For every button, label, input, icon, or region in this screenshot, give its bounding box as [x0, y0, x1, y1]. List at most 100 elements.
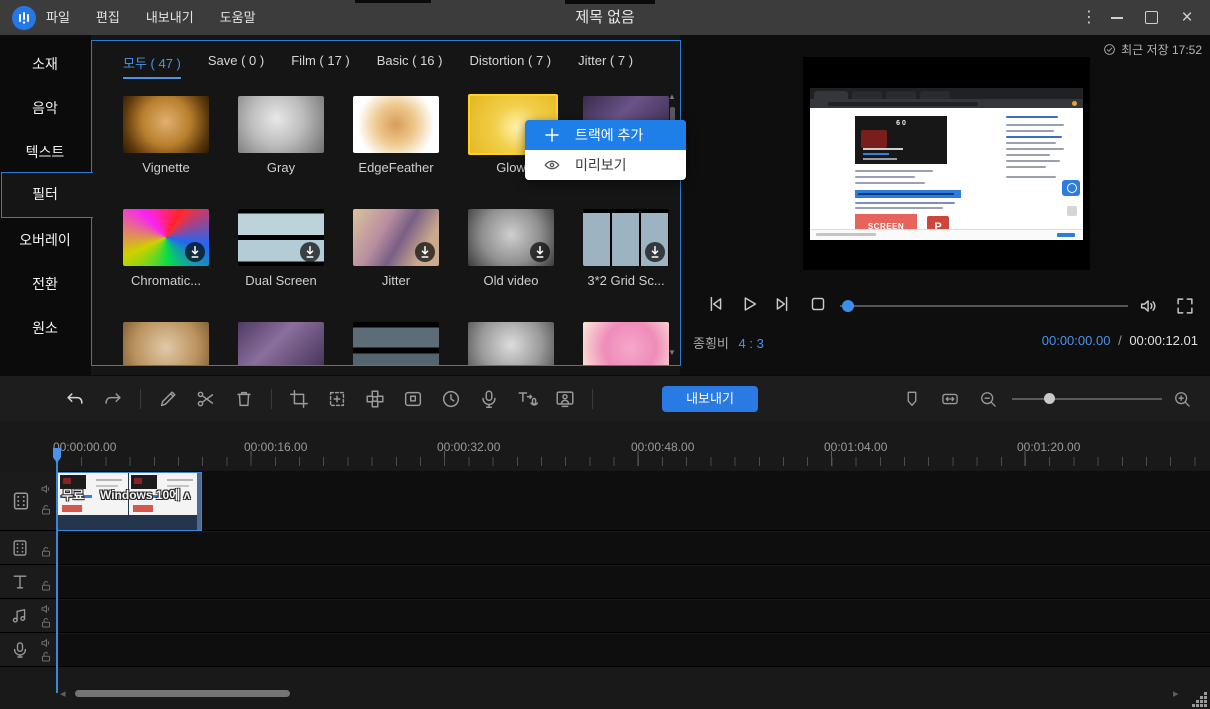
minimize-button[interactable] [1102, 0, 1132, 19]
download-icon[interactable] [645, 242, 665, 262]
voiceover-track-lane[interactable] [57, 634, 1210, 667]
seek-slider-track[interactable] [840, 305, 1128, 307]
panel-scroll-up-icon[interactable]: ▲ [668, 93, 676, 101]
tab-basic[interactable]: Basic ( 16 ) [377, 53, 443, 79]
download-icon[interactable] [300, 242, 320, 262]
filter-thumb-dualscreen[interactable] [238, 209, 324, 266]
tab-film[interactable]: Film ( 17 ) [291, 53, 350, 79]
marker-icon[interactable] [902, 389, 922, 409]
panel-scroll-down-icon[interactable]: ▼ [668, 349, 676, 357]
track-lock-icon[interactable] [40, 617, 52, 629]
tab-all[interactable]: 모두 ( 47 ) [123, 53, 181, 79]
track-mute-icon[interactable] [40, 483, 52, 495]
hscroll-thumb[interactable] [75, 690, 290, 697]
export-button[interactable]: 내보내기 [662, 386, 758, 412]
play-button[interactable] [738, 293, 760, 315]
text-track-lane[interactable] [57, 566, 1210, 599]
track-mute-icon[interactable] [40, 603, 52, 615]
filter-thumb-gray[interactable] [238, 96, 324, 153]
mosaic-icon[interactable] [364, 388, 386, 410]
filter-thumb[interactable] [123, 322, 209, 366]
tab-save[interactable]: Save ( 0 ) [208, 53, 264, 79]
delete-trash-icon[interactable] [233, 388, 255, 410]
window-resize-grip[interactable] [1192, 692, 1207, 707]
download-icon[interactable] [185, 242, 205, 262]
sidebar-item-media[interactable]: 소재 [0, 52, 90, 76]
download-icon[interactable] [530, 242, 550, 262]
zoom-region-icon[interactable] [326, 388, 348, 410]
text-to-speech-icon[interactable] [516, 388, 538, 410]
music-track [0, 600, 1210, 632]
timeline-clip[interactable]: 무료 Windows 10에 ʌ [57, 472, 202, 531]
aspect-ratio-value[interactable]: 4 : 3 [739, 336, 764, 351]
filter-thumb-oldvideo[interactable] [468, 209, 554, 266]
sidebar-item-filter[interactable]: 필터 [0, 182, 90, 206]
context-add-to-track[interactable]: 트랙에 추가 [525, 120, 686, 150]
filter-thumb[interactable] [238, 322, 324, 366]
volume-icon[interactable] [1138, 295, 1160, 317]
next-frame-button[interactable] [771, 293, 793, 315]
stop-button[interactable] [807, 293, 829, 315]
sidebar-item-element[interactable]: 원소 [0, 316, 90, 340]
filter-thumb-chromatic[interactable] [123, 209, 209, 266]
zoom-in-icon[interactable] [1172, 389, 1192, 409]
redo-icon[interactable] [102, 388, 124, 410]
ruler-minor-ticks[interactable] [57, 457, 1210, 466]
freeze-frame-icon[interactable] [402, 388, 424, 410]
maximize-button[interactable] [1136, 0, 1166, 24]
filter-thumb-jitter[interactable] [353, 209, 439, 266]
close-button[interactable]: × [1172, 0, 1202, 35]
filter-thumb[interactable] [583, 322, 669, 366]
filter-thumb-edgefeather[interactable] [353, 96, 439, 153]
video-track-lane[interactable] [57, 532, 1210, 565]
kebab-menu-icon[interactable]: ⋮ [1074, 0, 1104, 35]
duration-clock-icon[interactable] [440, 388, 462, 410]
undo-icon[interactable] [64, 388, 86, 410]
timeline-zoom-slider-track[interactable] [1012, 398, 1162, 400]
portrait-matting-icon[interactable] [554, 388, 576, 410]
track-lock-icon[interactable] [40, 580, 52, 592]
edit-pencil-icon[interactable] [157, 388, 179, 410]
clip-trim-handle[interactable] [197, 473, 201, 530]
filter-thumb[interactable] [353, 322, 439, 366]
toolbar-divider [592, 389, 593, 409]
sidebar-item-overlay[interactable]: 오버레이 [0, 228, 90, 252]
download-icon[interactable] [415, 242, 435, 262]
voiceover-track-header[interactable] [0, 634, 57, 667]
filter-thumb[interactable] [468, 322, 554, 366]
text-track-header[interactable] [0, 566, 57, 599]
music-track-icon [10, 606, 30, 626]
filter-thumb-grid[interactable] [583, 209, 669, 266]
tab-distortion[interactable]: Distortion ( 7 ) [469, 53, 551, 79]
voiceover-mic-icon[interactable] [478, 388, 500, 410]
filter-thumb-vignette[interactable] [123, 96, 209, 153]
track-mute-icon[interactable] [40, 637, 52, 649]
sidebar-item-text[interactable]: 텍스트 [0, 140, 90, 164]
crop-icon[interactable] [288, 388, 310, 410]
track-lock-icon[interactable] [40, 504, 52, 516]
video-track-header[interactable] [0, 471, 57, 531]
previous-frame-button[interactable] [705, 293, 727, 315]
track-lock-icon[interactable] [40, 651, 52, 663]
fit-timeline-icon[interactable] [940, 389, 960, 409]
fullscreen-icon[interactable] [1174, 295, 1196, 317]
hscroll-right-icon[interactable]: ▸ [1173, 687, 1179, 700]
tab-jitter[interactable]: Jitter ( 7 ) [578, 53, 633, 79]
zoom-out-icon[interactable] [978, 389, 998, 409]
timeline-zoom-slider-handle[interactable] [1044, 393, 1055, 404]
video-track-lane[interactable] [57, 471, 1210, 531]
sidebar-item-transition[interactable]: 전환 [0, 272, 90, 296]
playhead-line[interactable] [56, 448, 58, 693]
video-track-header[interactable] [0, 532, 57, 565]
music-track-lane[interactable] [57, 600, 1210, 633]
filter-name: Dual Screen [238, 273, 324, 288]
music-track-header[interactable] [0, 600, 57, 633]
split-scissors-icon[interactable] [195, 388, 217, 410]
context-preview[interactable]: 미리보기 [525, 150, 686, 180]
sidebar-item-music[interactable]: 음악 [0, 96, 90, 120]
current-time: 00:00:00.00 [1042, 333, 1111, 348]
track-lock-icon[interactable] [40, 546, 52, 558]
hscroll-left-icon[interactable]: ◂ [60, 687, 66, 700]
seek-slider-handle[interactable] [842, 300, 854, 312]
toolbar-divider [271, 389, 272, 409]
